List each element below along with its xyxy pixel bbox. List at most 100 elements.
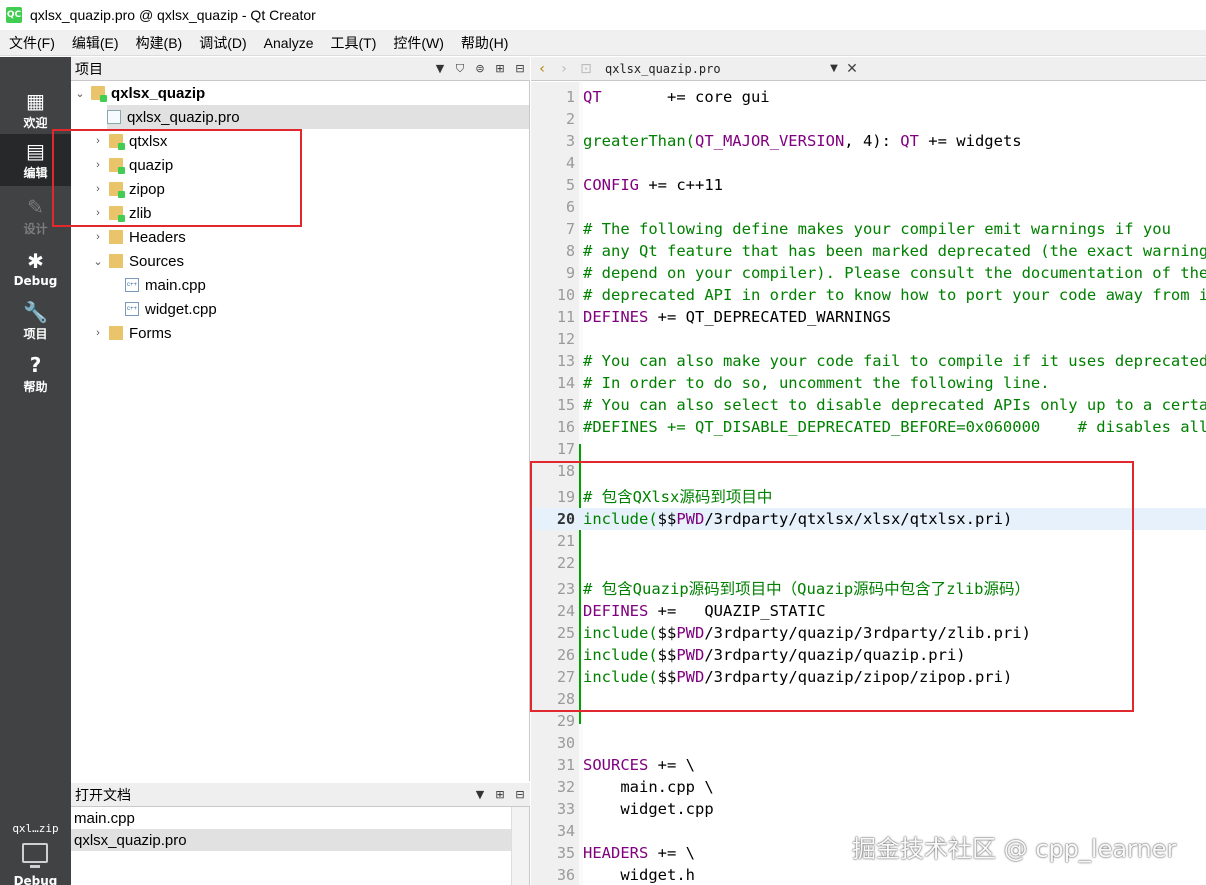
code-text: CONFIG += c++11 xyxy=(583,174,723,196)
mode-projects[interactable]: 🔧 项目 xyxy=(0,295,71,347)
code-line[interactable]: 2 xyxy=(531,108,1206,130)
build-config-label: Debug xyxy=(13,874,58,885)
code-line[interactable]: 29 xyxy=(531,710,1206,732)
open-documents-list: main.cpp qxlsx_quazip.pro xyxy=(71,807,530,885)
menu-edit[interactable]: 编辑(E) xyxy=(63,33,127,53)
link-icon[interactable]: ⊜ xyxy=(470,62,490,75)
line-number: 12 xyxy=(556,330,575,348)
tree-item-headers[interactable]: › Headers xyxy=(91,225,521,249)
line-number: 11 xyxy=(556,308,575,326)
code-comment: # You can also make your code fail to co… xyxy=(583,352,1206,370)
tree-item-project-root[interactable]: ⌄ qxlsx_quazip xyxy=(73,81,528,105)
back-arrow-icon[interactable]: ‹ xyxy=(531,61,553,77)
code-line[interactable]: 13 # You can also make your code fail to … xyxy=(531,350,1206,372)
split-icon[interactable]: ⊞ xyxy=(490,62,510,75)
split-icon[interactable]: ⊞ xyxy=(490,788,510,801)
line-number: 10 xyxy=(556,286,575,304)
code-line[interactable]: 33 widget.cpp xyxy=(531,798,1206,820)
code-line[interactable]: 31 SOURCES += \ xyxy=(531,754,1206,776)
tree-item-forms[interactable]: › Forms xyxy=(91,321,521,345)
code-text: # You can also select to disable depreca… xyxy=(583,394,1206,416)
mode-debug[interactable]: ✱ Debug xyxy=(0,243,71,295)
scrollbar[interactable] xyxy=(511,807,529,885)
bug-icon: ✱ xyxy=(27,249,44,273)
open-document-item[interactable]: main.cpp xyxy=(71,807,511,829)
open-document-item[interactable]: qxlsx_quazip.pro xyxy=(71,829,511,851)
chevron-down-icon[interactable]: ▼ xyxy=(430,62,450,75)
close-panel-icon[interactable]: ⊟ xyxy=(510,788,530,801)
tree-item-label: Sources xyxy=(129,252,185,270)
chevron-down-icon[interactable]: ▼ xyxy=(470,788,490,801)
filter-icon[interactable]: ⛉ xyxy=(450,62,470,76)
line-number: 35 xyxy=(556,844,575,862)
code-keyword: CONFIG xyxy=(583,176,639,194)
chevron-right-icon[interactable]: › xyxy=(91,327,105,339)
code-line[interactable]: 3 greaterThan(QT_MAJOR_VERSION, 4): QT +=… xyxy=(531,130,1206,152)
menu-tools[interactable]: 工具(T) xyxy=(321,33,384,53)
window-title: qxlsx_quazip.pro @ qxlsx_quazip - Qt Cre… xyxy=(30,7,316,23)
chevron-down-icon[interactable]: ▼ xyxy=(825,63,843,74)
code-line[interactable]: 30 xyxy=(531,732,1206,754)
close-icon[interactable]: ✕ xyxy=(843,61,861,77)
code-keyword: QT xyxy=(900,132,919,150)
code-text: # any Qt feature that has been marked de… xyxy=(583,240,1206,262)
project-folder-icon xyxy=(91,86,107,102)
line-number: 13 xyxy=(556,352,575,370)
code-line[interactable]: 4 xyxy=(531,152,1206,174)
tree-item-sources[interactable]: ⌄ Sources xyxy=(91,249,521,273)
code-line[interactable]: 8 # any Qt feature that has been marked d… xyxy=(531,240,1206,262)
code-line[interactable]: 1 QT += core gui xyxy=(531,86,1206,108)
menu-build[interactable]: 构建(B) xyxy=(127,33,191,53)
tree-item-widget-cpp[interactable]: c++ widget.cpp xyxy=(125,297,525,321)
code-line[interactable]: 16 #DEFINES += QT_DISABLE_DEPRECATED_BEFO… xyxy=(531,416,1206,438)
open-documents-header: 打开文档 ▼ ⊞ ⊟ xyxy=(71,783,530,807)
monitor-icon[interactable] xyxy=(22,843,48,868)
tree-item-label: qxlsx_quazip xyxy=(111,84,206,102)
editor-file-name[interactable]: qxlsx_quazip.pro xyxy=(605,62,825,76)
code-plain: main.cpp \ xyxy=(583,778,714,796)
code-text: # deprecated API in order to know how to… xyxy=(583,284,1206,306)
projects-panel-title: 项目 xyxy=(75,60,103,77)
mode-label: 项目 xyxy=(23,326,48,341)
code-line[interactable]: 7 # The following define makes your compi… xyxy=(531,218,1206,240)
line-number: 7 xyxy=(565,220,575,238)
code-text: widget.h xyxy=(583,864,695,885)
code-line[interactable]: 17 xyxy=(531,438,1206,460)
code-line[interactable]: 32 main.cpp \ xyxy=(531,776,1206,798)
menu-help[interactable]: 帮助(H) xyxy=(452,33,516,53)
code-line[interactable]: 36 widget.h xyxy=(531,864,1206,885)
line-number: 33 xyxy=(556,800,575,818)
code-line[interactable]: 11 DEFINES += QT_DEPRECATED_WARNINGS xyxy=(531,306,1206,328)
code-line[interactable]: 9 # depend on your compiler). Please cons… xyxy=(531,262,1206,284)
code-line[interactable]: 12 xyxy=(531,328,1206,350)
code-comment: # deprecated API in order to know how to… xyxy=(583,286,1206,304)
code-line[interactable]: 14 # In order to do so, uncomment the fol… xyxy=(531,372,1206,394)
mode-help[interactable]: ? 帮助 xyxy=(0,348,71,400)
code-keyword: HEADERS xyxy=(583,844,649,862)
tree-item-pro-file[interactable]: qxlsx_quazip.pro xyxy=(107,105,529,129)
mode-label: Debug xyxy=(13,274,58,288)
menu-debug[interactable]: 调试(D) xyxy=(190,33,254,53)
code-plain: += \ xyxy=(648,844,695,862)
menu-analyze[interactable]: Analyze xyxy=(255,35,322,51)
line-number: 3 xyxy=(565,132,575,150)
code-comment: #DEFINES += QT_DISABLE_DEPRECATED_BEFORE… xyxy=(583,418,1206,436)
mode-label: 编辑 xyxy=(23,165,48,180)
code-line[interactable]: 15 # You can also select to disable depre… xyxy=(531,394,1206,416)
menu-file[interactable]: 文件(F) xyxy=(0,33,63,53)
close-panel-icon[interactable]: ⊟ xyxy=(510,62,530,75)
kit-target-label[interactable]: qxl…zip xyxy=(0,822,71,835)
code-text: #DEFINES += QT_DISABLE_DEPRECATED_BEFORE… xyxy=(583,416,1206,438)
chevron-down-icon[interactable]: ⌄ xyxy=(73,87,87,100)
code-line[interactable]: 10 # deprecated API in order to know how … xyxy=(531,284,1206,306)
forms-folder-icon xyxy=(109,326,123,340)
code-keyword: SOURCES xyxy=(583,756,649,774)
menu-controls[interactable]: 控件(W) xyxy=(384,33,452,53)
tree-item-main-cpp[interactable]: c++ main.cpp xyxy=(125,273,525,297)
chevron-right-icon[interactable]: › xyxy=(91,231,105,243)
line-number: 17 xyxy=(556,440,575,458)
code-line[interactable]: 5 CONFIG += c++11 xyxy=(531,174,1206,196)
code-line[interactable]: 6 xyxy=(531,196,1206,218)
forward-arrow-icon[interactable]: › xyxy=(553,61,575,77)
chevron-down-icon[interactable]: ⌄ xyxy=(91,255,105,268)
